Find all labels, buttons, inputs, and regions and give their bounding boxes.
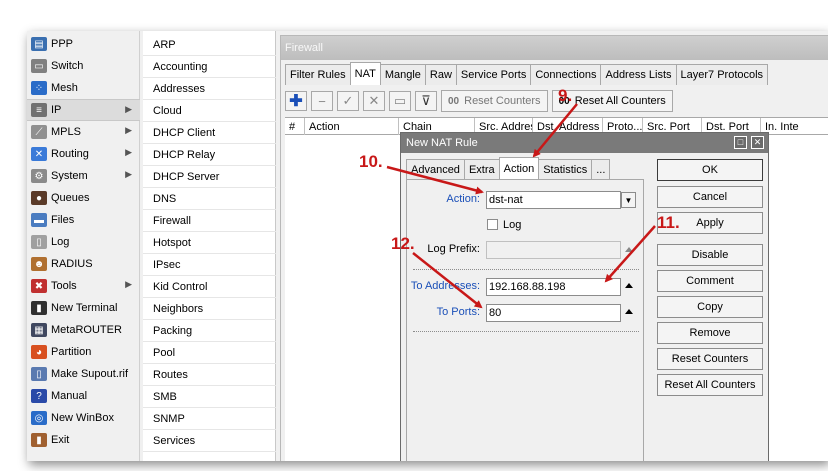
annotation-12: 12. <box>391 234 415 253</box>
annotation-11: 11. <box>657 213 680 232</box>
annotation-9: 9. <box>558 86 573 105</box>
arrow-11 <box>604 225 656 283</box>
arrow-12 <box>412 252 483 309</box>
annotation-arrows <box>386 103 656 309</box>
winbox-window: ▤ PPP ▭ Switch ⁘ Mesh ≡ IP ▶ ⟋ MPLS ▶ ✕ Routing ▶ ⚙ Syst… <box>27 31 828 461</box>
arrow-9 <box>532 103 578 158</box>
arrow-10 <box>386 165 484 195</box>
annotation-10: 10. <box>359 152 383 171</box>
